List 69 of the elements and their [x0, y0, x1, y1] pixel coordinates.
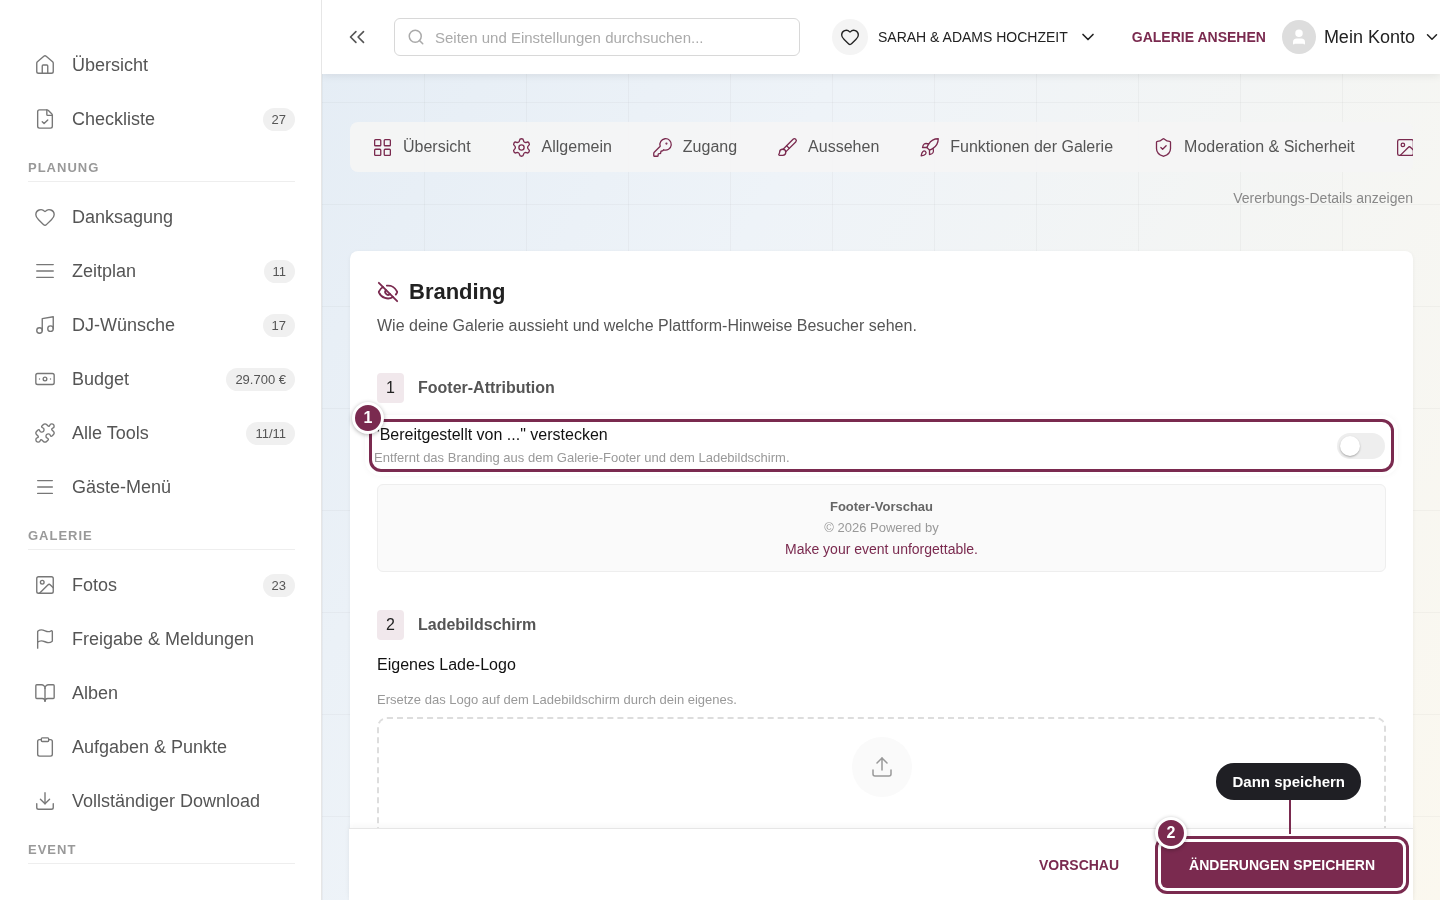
tab[interactable]: Funktionen der Galerie — [919, 136, 1114, 158]
section-title: Ladebildschirm — [418, 616, 537, 634]
eye-off-icon — [377, 281, 399, 303]
brush-icon — [777, 136, 799, 158]
search-icon — [407, 28, 425, 46]
count-badge: 27 — [262, 107, 295, 131]
settings-icon — [510, 136, 532, 158]
sidebar-item[interactable]: Budget 29.700 € — [28, 352, 295, 406]
tab[interactable]: Aussehen — [777, 136, 880, 158]
count-badge: 11/11 — [246, 421, 295, 445]
leader-line — [1289, 800, 1291, 834]
sidebar-item[interactable]: Danksagung — [28, 190, 295, 244]
download-icon — [34, 790, 56, 812]
flag-icon — [34, 628, 56, 650]
search-field[interactable]: Seiten und Einstellungen durchsuchen... — [394, 18, 800, 56]
step-number: 1 — [377, 373, 404, 403]
tab[interactable]: Übersicht — [372, 136, 471, 158]
book-icon — [34, 682, 56, 704]
tab[interactable] — [1394, 136, 1413, 158]
sidebar-item[interactable]: Übersicht — [28, 38, 295, 92]
section-heading: EVENT — [28, 828, 295, 864]
tooltip: Dann speichern — [1216, 763, 1361, 800]
sidebar-item[interactable]: Freigabe & Meldungen — [28, 612, 295, 666]
step-number: 2 — [377, 610, 404, 640]
image-icon — [1394, 136, 1413, 158]
event-selector[interactable]: SARAH & ADAMS HOCHZEIT — [832, 19, 1098, 55]
setting-hint: Entfernt das Branding aus dem Galerie-Footer und dem Ladebildschirm. — [374, 450, 791, 465]
music-note-icon — [34, 314, 56, 336]
sidebar-item[interactable]: Gäste-Menü — [28, 460, 295, 514]
section-heading: PLANUNG — [28, 146, 295, 182]
key-icon — [651, 136, 673, 158]
sidebar-item[interactable]: Fotos 23 — [28, 558, 295, 612]
card-description: Wie deine Galerie aussieht und welche Plattform-Hinweise Besucher sehen. — [377, 317, 918, 335]
puzzle-icon — [34, 422, 56, 444]
toggle-switch[interactable] — [1337, 432, 1385, 459]
gallery-link[interactable]: GALERIE ANSEHEN — [1131, 29, 1266, 45]
count-badge: 11 — [263, 259, 295, 283]
home-icon — [34, 54, 56, 76]
sidebar-item[interactable]: Aufgaben & Punkte — [28, 720, 295, 774]
upload-icon — [869, 755, 894, 779]
sidebar-item[interactable]: DJ-Wünsche 17 — [28, 298, 295, 352]
count-badge: 29.700 € — [226, 367, 295, 391]
preview-text: © 2026 Powered by — [824, 520, 939, 535]
sidebar-item[interactable]: Zeitplan 11 — [28, 244, 295, 298]
clipboard-icon — [34, 736, 56, 758]
preview-title: Footer-Vorschau — [829, 499, 934, 514]
tab[interactable]: Allgemein — [510, 136, 612, 158]
sidebar-item[interactable]: Alben — [28, 666, 295, 720]
section-title: Footer-Attribution — [418, 379, 555, 397]
field-title: Eigenes Lade-Logo — [377, 656, 517, 674]
tab[interactable]: Moderation & Sicherheit — [1153, 136, 1355, 158]
sidebar-item[interactable]: Vollständiger Download — [28, 774, 295, 828]
field-hint: Ersetze das Logo auf dem Ladebildschirm durch dein eigenes. — [377, 692, 738, 707]
rocket-icon — [919, 136, 941, 158]
account-menu[interactable]: Mein Konto — [1281, 20, 1440, 54]
card-title: Branding — [409, 279, 506, 305]
grid-icon — [372, 136, 393, 158]
preview-tagline: Make your event unforgettable. — [785, 541, 978, 557]
preview-button[interactable]: VORSCHAU — [1032, 855, 1126, 874]
image-icon — [34, 574, 56, 596]
heart-icon — [840, 27, 860, 47]
tab[interactable]: Zugang — [651, 136, 738, 158]
section-heading: GALERIE — [28, 514, 295, 550]
heart-icon — [34, 206, 56, 228]
sidebar-item[interactable]: Checkliste 27 — [28, 92, 295, 146]
sidebar-item[interactable]: Alle Tools 11/11 — [28, 406, 295, 460]
count-badge: 17 — [262, 313, 295, 337]
count-badge: 23 — [262, 573, 295, 597]
document-check-icon — [34, 108, 56, 130]
